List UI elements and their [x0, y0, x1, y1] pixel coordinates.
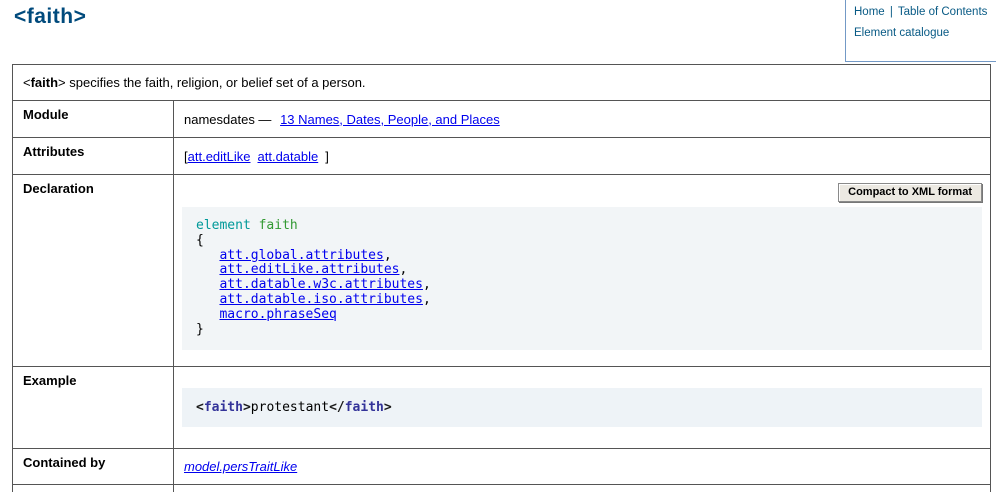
contained-by-row: Contained by model.persTraitLike — [13, 448, 991, 484]
element-spec-table: <faith> specifies the faith, religion, o… — [12, 64, 991, 492]
example-close-bracket-close: > — [384, 400, 392, 415]
code-member-separator: , — [399, 262, 407, 277]
declaration-toolbar: Compact to XML format — [182, 183, 982, 205]
module-label: Module — [13, 101, 174, 138]
code-line-brace-close: } — [196, 323, 968, 338]
code-link-macro-phraseseq[interactable]: macro.phraseSeq — [219, 307, 336, 322]
element-spec-page: <faith> Home | Table of Contents Element… — [0, 0, 996, 492]
code-line-brace-open: { — [196, 234, 968, 249]
code-member-line: att.global.attributes, — [196, 249, 968, 264]
description-gi-name: faith — [31, 75, 58, 90]
example-open-bracket: < — [196, 400, 204, 415]
declaration-code-block: element faith { att.global.attributes, at… — [182, 207, 982, 350]
description-text: specifies the faith, religion, or belief… — [66, 75, 366, 90]
example-label: Example — [13, 366, 174, 448]
code-member-line: att.datable.iso.attributes, — [196, 293, 968, 308]
code-member-separator: , — [423, 277, 431, 292]
code-link-att-datable-w3c-attributes[interactable]: att.datable.w3c.attributes — [219, 277, 423, 292]
example-close-bracket: </ — [329, 400, 345, 415]
example-code-block: <faith>protestant</faith> — [182, 388, 982, 427]
attribute-class-link-datable[interactable]: att.datable — [258, 149, 319, 164]
compact-to-xml-button[interactable]: Compact to XML format — [838, 183, 982, 202]
description-gi-close: > — [58, 75, 66, 90]
nav-link-element-catalogue[interactable]: Element catalogue — [854, 27, 949, 39]
contained-by-value-cell: model.persTraitLike — [174, 448, 991, 484]
description-gi-open: < — [23, 75, 31, 90]
page-title: <faith> — [14, 5, 86, 29]
nav-link-home[interactable]: Home — [854, 6, 885, 18]
code-member-separator: , — [423, 292, 431, 307]
module-value-cell: namesdates — 13 Names, Dates, People, an… — [174, 101, 991, 138]
example-value-cell: <faith>protestant</faith> — [174, 366, 991, 448]
truncated-row — [13, 484, 991, 492]
code-link-att-datable-iso-attributes[interactable]: att.datable.iso.attributes — [219, 292, 423, 307]
description-row: <faith> specifies the faith, religion, o… — [13, 65, 991, 101]
attributes-value-cell: [att.editLikeatt.datable] — [174, 138, 991, 175]
module-row: Module namesdates — 13 Names, Dates, Peo… — [13, 101, 991, 138]
example-content-text: protestant — [251, 400, 329, 415]
module-name: namesdates — — [184, 112, 271, 127]
nav-link-table-of-contents[interactable]: Table of Contents — [898, 6, 988, 18]
truncated-value-cell — [174, 484, 991, 492]
example-row: Example <faith>protestant</faith> — [13, 366, 991, 448]
contained-by-label: Contained by — [13, 448, 174, 484]
code-link-att-global-attributes[interactable]: att.global.attributes — [219, 248, 383, 263]
code-member-line: macro.phraseSeq — [196, 308, 968, 323]
code-member-line: att.datable.w3c.attributes, — [196, 278, 968, 293]
page-header: <faith> Home | Table of Contents Element… — [0, 0, 996, 64]
module-chapter-link[interactable]: 13 Names, Dates, People, and Places — [280, 112, 500, 127]
code-line-head: element faith — [196, 219, 968, 234]
attributes-label: Attributes — [13, 138, 174, 175]
nav-box: Home | Table of Contents Element catalog… — [845, 0, 996, 62]
code-member-separator: , — [384, 248, 392, 263]
declaration-value-cell: Compact to XML format element faith { att… — [174, 175, 991, 367]
example-close-tag-name: faith — [345, 400, 384, 415]
nav-line-2: Element catalogue — [854, 26, 988, 41]
example-open-bracket-close: > — [243, 400, 251, 415]
description-cell: <faith> specifies the faith, religion, o… — [13, 65, 991, 101]
code-keyword-element: element — [196, 218, 251, 233]
example-open-tag-name: faith — [204, 400, 243, 415]
truncated-label-cell — [13, 484, 174, 492]
nav-separator: | — [890, 6, 893, 18]
code-link-att-editlike-attributes[interactable]: att.editLike.attributes — [219, 262, 399, 277]
contained-by-model-link[interactable]: model.persTraitLike — [184, 459, 297, 474]
declaration-row: Declaration Compact to XML format elemen… — [13, 175, 991, 367]
attributes-row: Attributes [att.editLikeatt.datable] — [13, 138, 991, 175]
nav-line-1: Home | Table of Contents — [854, 5, 988, 20]
code-member-line: att.editLike.attributes, — [196, 263, 968, 278]
code-element-name: faith — [259, 218, 298, 233]
declaration-label: Declaration — [13, 175, 174, 367]
attribute-class-link-editlike[interactable]: att.editLike — [188, 149, 251, 164]
attributes-bracket-close: ] — [325, 149, 329, 164]
